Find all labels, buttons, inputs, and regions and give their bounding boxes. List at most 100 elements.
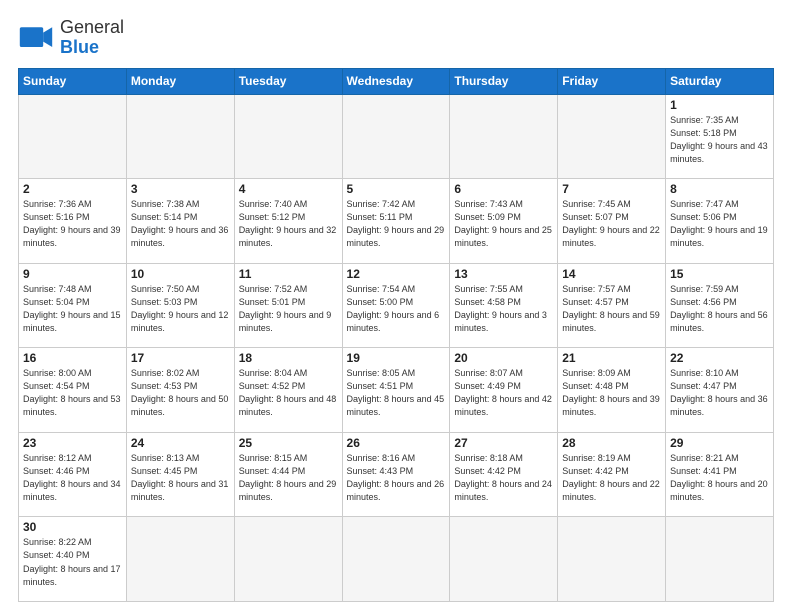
day-number: 15 bbox=[670, 267, 769, 281]
day-number: 5 bbox=[347, 182, 446, 196]
logo: General Blue bbox=[18, 18, 124, 58]
day-number: 10 bbox=[131, 267, 230, 281]
calendar-week-row: 9 Sunrise: 7:48 AM Sunset: 5:04 PM Daylig… bbox=[19, 263, 774, 348]
calendar-empty-cell bbox=[450, 94, 558, 179]
day-number: 25 bbox=[239, 436, 338, 450]
day-info: Sunrise: 7:42 AM Sunset: 5:11 PM Dayligh… bbox=[347, 198, 446, 250]
calendar-day-11: 11Sunrise: 7:52 AM Sunset: 5:01 PM Dayli… bbox=[234, 263, 342, 348]
calendar-empty-cell bbox=[558, 94, 666, 179]
day-number: 3 bbox=[131, 182, 230, 196]
day-info: Sunrise: 8:10 AM Sunset: 4:47 PM Dayligh… bbox=[670, 367, 769, 419]
day-info: Sunrise: 8:04 AM Sunset: 4:52 PM Dayligh… bbox=[239, 367, 338, 419]
day-number: 4 bbox=[239, 182, 338, 196]
calendar-day-9: 9 Sunrise: 7:48 AM Sunset: 5:04 PM Daylig… bbox=[19, 263, 127, 348]
day-info: Sunrise: 7:54 AM Sunset: 5:00 PM Dayligh… bbox=[347, 283, 446, 335]
day-info: Sunrise: 8:13 AM Sunset: 4:45 PM Dayligh… bbox=[131, 452, 230, 504]
header: General Blue bbox=[18, 18, 774, 58]
day-number: 18 bbox=[239, 351, 338, 365]
calendar-day-8: 8 Sunrise: 7:47 AM Sunset: 5:06 PM Daylig… bbox=[666, 179, 774, 264]
day-info: Sunrise: 7:40 AM Sunset: 5:12 PM Dayligh… bbox=[239, 198, 338, 250]
calendar-day-18: 18 Sunrise: 8:04 AM Sunset: 4:52 PM Dayli… bbox=[234, 348, 342, 433]
day-number: 1 bbox=[670, 98, 769, 112]
day-number: 8 bbox=[670, 182, 769, 196]
calendar-day-16: 16 Sunrise: 8:00 AM Sunset: 4:54 PM Dayli… bbox=[19, 348, 127, 433]
day-number: 2 bbox=[23, 182, 122, 196]
weekday-header-sunday: Sunday bbox=[19, 68, 127, 94]
calendar-day-30: 30Sunrise: 8:22 AM Sunset: 4:40 PM Dayli… bbox=[19, 517, 127, 602]
day-number: 21 bbox=[562, 351, 661, 365]
calendar-empty-cell bbox=[342, 94, 450, 179]
calendar-day-29: 29 Sunrise: 8:21 AM Sunset: 4:41 PM Dayli… bbox=[666, 432, 774, 517]
calendar-day-28: 28 Sunrise: 8:19 AM Sunset: 4:42 PM Dayli… bbox=[558, 432, 666, 517]
day-info: Sunrise: 7:50 AM Sunset: 5:03 PM Dayligh… bbox=[131, 283, 230, 335]
calendar-day-4: 4 Sunrise: 7:40 AM Sunset: 5:12 PM Daylig… bbox=[234, 179, 342, 264]
day-info: Sunrise: 7:48 AM Sunset: 5:04 PM Dayligh… bbox=[23, 283, 122, 335]
day-info: Sunrise: 8:05 AM Sunset: 4:51 PM Dayligh… bbox=[347, 367, 446, 419]
calendar-empty-cell bbox=[126, 517, 234, 602]
calendar-day-5: 5 Sunrise: 7:42 AM Sunset: 5:11 PM Daylig… bbox=[342, 179, 450, 264]
calendar-empty-cell bbox=[558, 517, 666, 602]
calendar-day-13: 13 Sunrise: 7:55 AM Sunset: 4:58 PM Dayli… bbox=[450, 263, 558, 348]
generalblue-icon bbox=[18, 20, 54, 56]
calendar-table: SundayMondayTuesdayWednesdayThursdayFrid… bbox=[18, 68, 774, 602]
day-info: Sunrise: 8:07 AM Sunset: 4:49 PM Dayligh… bbox=[454, 367, 553, 419]
day-number: 12 bbox=[347, 267, 446, 281]
page: General Blue SundayMondayTuesdayWednesda… bbox=[0, 0, 792, 612]
calendar-day-14: 14 Sunrise: 7:57 AM Sunset: 4:57 PM Dayli… bbox=[558, 263, 666, 348]
day-info: Sunrise: 8:19 AM Sunset: 4:42 PM Dayligh… bbox=[562, 452, 661, 504]
calendar-day-3: 3Sunrise: 7:38 AM Sunset: 5:14 PM Daylig… bbox=[126, 179, 234, 264]
calendar-day-23: 23Sunrise: 8:12 AM Sunset: 4:46 PM Dayli… bbox=[19, 432, 127, 517]
day-info: Sunrise: 7:57 AM Sunset: 4:57 PM Dayligh… bbox=[562, 283, 661, 335]
weekday-header-saturday: Saturday bbox=[666, 68, 774, 94]
weekday-header-monday: Monday bbox=[126, 68, 234, 94]
calendar-day-22: 22Sunrise: 8:10 AM Sunset: 4:47 PM Dayli… bbox=[666, 348, 774, 433]
day-info: Sunrise: 7:35 AM Sunset: 5:18 PM Dayligh… bbox=[670, 114, 769, 166]
weekday-header-friday: Friday bbox=[558, 68, 666, 94]
day-info: Sunrise: 7:52 AM Sunset: 5:01 PM Dayligh… bbox=[239, 283, 338, 335]
weekday-header-wednesday: Wednesday bbox=[342, 68, 450, 94]
day-info: Sunrise: 8:18 AM Sunset: 4:42 PM Dayligh… bbox=[454, 452, 553, 504]
day-info: Sunrise: 7:45 AM Sunset: 5:07 PM Dayligh… bbox=[562, 198, 661, 250]
calendar-day-6: 6 Sunrise: 7:43 AM Sunset: 5:09 PM Daylig… bbox=[450, 179, 558, 264]
calendar-day-10: 10 Sunrise: 7:50 AM Sunset: 5:03 PM Dayli… bbox=[126, 263, 234, 348]
day-number: 27 bbox=[454, 436, 553, 450]
weekday-header-tuesday: Tuesday bbox=[234, 68, 342, 94]
calendar-week-row: 1 Sunrise: 7:35 AM Sunset: 5:18 PM Daylig… bbox=[19, 94, 774, 179]
calendar-week-row: 16 Sunrise: 8:00 AM Sunset: 4:54 PM Dayli… bbox=[19, 348, 774, 433]
day-info: Sunrise: 8:21 AM Sunset: 4:41 PM Dayligh… bbox=[670, 452, 769, 504]
calendar-day-25: 25Sunrise: 8:15 AM Sunset: 4:44 PM Dayli… bbox=[234, 432, 342, 517]
day-number: 16 bbox=[23, 351, 122, 365]
day-number: 29 bbox=[670, 436, 769, 450]
day-number: 20 bbox=[454, 351, 553, 365]
calendar-day-15: 15 Sunrise: 7:59 AM Sunset: 4:56 PM Dayli… bbox=[666, 263, 774, 348]
day-number: 7 bbox=[562, 182, 661, 196]
day-number: 6 bbox=[454, 182, 553, 196]
calendar-day-2: 2 Sunrise: 7:36 AM Sunset: 5:16 PM Daylig… bbox=[19, 179, 127, 264]
weekday-header-thursday: Thursday bbox=[450, 68, 558, 94]
day-number: 9 bbox=[23, 267, 122, 281]
day-info: Sunrise: 7:43 AM Sunset: 5:09 PM Dayligh… bbox=[454, 198, 553, 250]
calendar-empty-cell bbox=[234, 94, 342, 179]
day-info: Sunrise: 7:59 AM Sunset: 4:56 PM Dayligh… bbox=[670, 283, 769, 335]
day-info: Sunrise: 7:47 AM Sunset: 5:06 PM Dayligh… bbox=[670, 198, 769, 250]
calendar-empty-cell bbox=[234, 517, 342, 602]
calendar-day-19: 19 Sunrise: 8:05 AM Sunset: 4:51 PM Dayli… bbox=[342, 348, 450, 433]
calendar-empty-cell bbox=[19, 94, 127, 179]
calendar-day-21: 21Sunrise: 8:09 AM Sunset: 4:48 PM Dayli… bbox=[558, 348, 666, 433]
day-number: 28 bbox=[562, 436, 661, 450]
calendar-empty-cell bbox=[450, 517, 558, 602]
calendar-day-24: 24 Sunrise: 8:13 AM Sunset: 4:45 PM Dayli… bbox=[126, 432, 234, 517]
calendar-empty-cell bbox=[342, 517, 450, 602]
day-info: Sunrise: 8:00 AM Sunset: 4:54 PM Dayligh… bbox=[23, 367, 122, 419]
calendar-day-17: 17Sunrise: 8:02 AM Sunset: 4:53 PM Dayli… bbox=[126, 348, 234, 433]
day-number: 24 bbox=[131, 436, 230, 450]
day-number: 14 bbox=[562, 267, 661, 281]
day-number: 19 bbox=[347, 351, 446, 365]
calendar-day-12: 12 Sunrise: 7:54 AM Sunset: 5:00 PM Dayli… bbox=[342, 263, 450, 348]
calendar-empty-cell bbox=[666, 517, 774, 602]
calendar-day-7: 7 Sunrise: 7:45 AM Sunset: 5:07 PM Daylig… bbox=[558, 179, 666, 264]
day-info: Sunrise: 7:55 AM Sunset: 4:58 PM Dayligh… bbox=[454, 283, 553, 335]
day-info: Sunrise: 7:36 AM Sunset: 5:16 PM Dayligh… bbox=[23, 198, 122, 250]
day-number: 13 bbox=[454, 267, 553, 281]
calendar-day-27: 27 Sunrise: 8:18 AM Sunset: 4:42 PM Dayli… bbox=[450, 432, 558, 517]
